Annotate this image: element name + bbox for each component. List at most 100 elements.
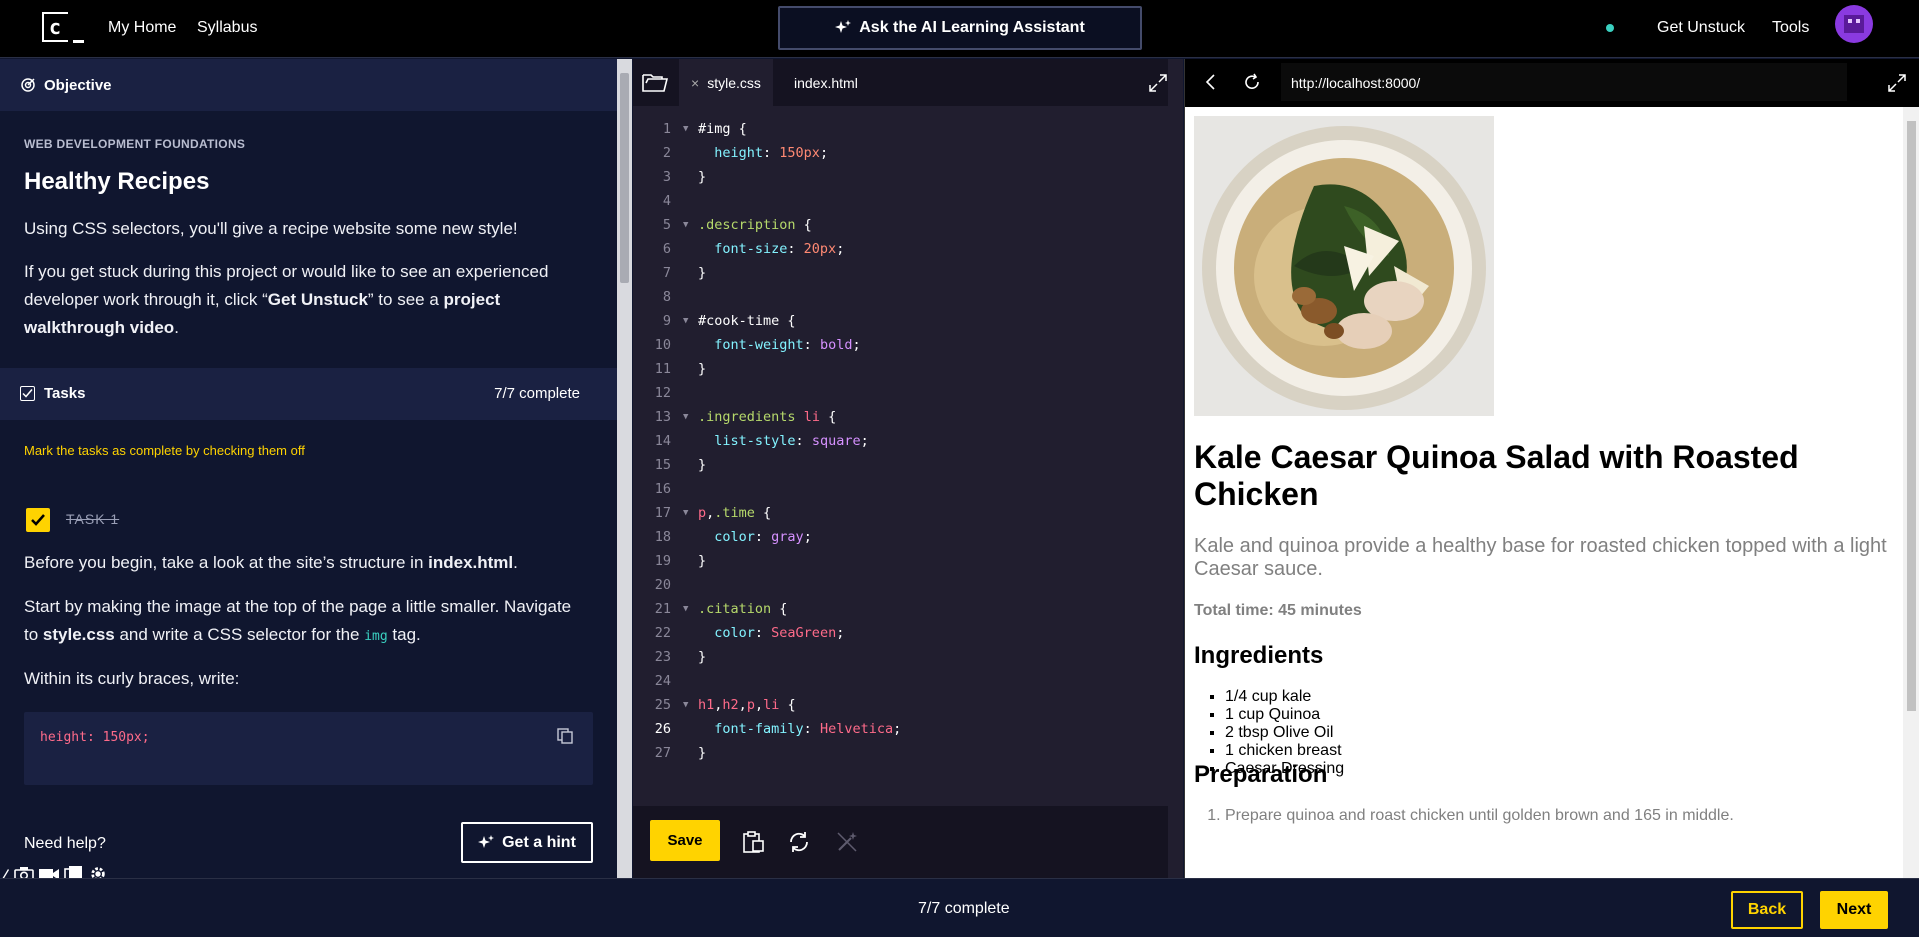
code-line[interactable]: 17 ▼ p,.time { xyxy=(633,501,1183,525)
next-button[interactable]: Next xyxy=(1820,891,1888,929)
code-line[interactable]: 12 xyxy=(633,381,1183,405)
tasks-header[interactable]: Tasks 7/7 complete xyxy=(0,368,617,420)
expand-icon[interactable] xyxy=(1888,74,1906,92)
magic-wand-icon[interactable] xyxy=(835,830,859,854)
code-text: font-size: 20px; xyxy=(698,241,845,257)
line-number: 20 xyxy=(654,577,671,593)
code-line[interactable]: 27} xyxy=(633,741,1183,765)
code-line[interactable]: 11} xyxy=(633,357,1183,381)
fold-arrow-icon[interactable]: ▼ xyxy=(683,693,688,717)
code-line[interactable]: 1 ▼ #img { xyxy=(633,117,1183,141)
tools-link[interactable]: Tools xyxy=(1772,19,1809,37)
get-hint-button[interactable]: Get a hint xyxy=(461,822,593,863)
tab-style-css[interactable]: × style.css xyxy=(679,59,773,106)
code-text: } xyxy=(698,553,707,569)
code-line[interactable]: 22 color: SeaGreen; xyxy=(633,621,1183,645)
gear-icon[interactable] xyxy=(88,865,108,878)
nav-my-home[interactable]: My Home xyxy=(108,19,176,37)
expand-icon[interactable] xyxy=(1149,74,1167,92)
reload-icon[interactable] xyxy=(1243,73,1261,91)
course-label: WEB DEVELOPMENT FOUNDATIONS xyxy=(24,137,246,151)
preparation-heading: Preparation xyxy=(1194,761,1328,788)
code-line[interactable]: 14 list-style: square; xyxy=(633,429,1183,453)
camera-icon[interactable] xyxy=(14,865,34,878)
get-unstuck-link[interactable]: Get Unstuck xyxy=(1657,19,1745,37)
need-help-label: Need help? xyxy=(24,835,106,852)
codecademy-logo[interactable]: c xyxy=(42,12,84,44)
code-line[interactable]: 7} xyxy=(633,261,1183,285)
code-line[interactable]: 2 height: 150px; xyxy=(633,141,1183,165)
code-line[interactable]: 3} xyxy=(633,165,1183,189)
line-number: 3 xyxy=(662,169,671,185)
line-number: 6 xyxy=(662,241,671,257)
preparation-list: Prepare quinoa and roast chicken until g… xyxy=(1225,807,1734,825)
tasks-count: 7/7 complete xyxy=(494,385,580,402)
list-item: 1/4 cup kale xyxy=(1225,688,1344,706)
back-button[interactable]: Back xyxy=(1731,891,1803,929)
code-snippet-text: height: 150px; xyxy=(40,730,150,745)
code-text: #img { xyxy=(698,121,747,137)
fold-arrow-icon[interactable]: ▼ xyxy=(683,405,688,429)
salad-image xyxy=(1194,116,1494,416)
code-area[interactable]: 1 ▼ #img {2 height: 150px; 3} 4 5 ▼ .descriptio… xyxy=(633,117,1183,765)
line-number: 10 xyxy=(654,337,671,353)
copy-icon[interactable] xyxy=(557,728,573,744)
code-text: } xyxy=(698,169,707,185)
editor-scrollbar[interactable] xyxy=(1168,59,1183,878)
code-line[interactable]: 26 font-family: Helvetica; xyxy=(633,717,1183,741)
ai-assistant-label: Ask the AI Learning Assistant xyxy=(859,19,1085,36)
line-number: 16 xyxy=(654,481,671,497)
fold-arrow-icon[interactable]: ▼ xyxy=(683,309,688,333)
task-1-label[interactable]: TASK 1 xyxy=(66,511,119,527)
line-number: 7 xyxy=(662,265,671,281)
fold-arrow-icon[interactable]: ▼ xyxy=(683,501,688,525)
code-line[interactable]: 18 color: gray; xyxy=(633,525,1183,549)
preview-scrollbar[interactable] xyxy=(1903,107,1919,878)
instructions-scrollbar[interactable] xyxy=(617,59,632,878)
code-line[interactable]: 13 ▼ .ingredients li { xyxy=(633,405,1183,429)
code-line[interactable]: 19} xyxy=(633,549,1183,573)
tab-index-html-label: index.html xyxy=(794,74,858,91)
code-line[interactable]: 24 xyxy=(633,669,1183,693)
code-line[interactable]: 25 ▼ h1,h2,p,li { xyxy=(633,693,1183,717)
screens-icon[interactable] xyxy=(64,865,84,878)
code-line[interactable]: 9 ▼ #cook-time { xyxy=(633,309,1183,333)
clipboard-icon[interactable] xyxy=(741,830,765,854)
code-line[interactable]: 16 xyxy=(633,477,1183,501)
code-line[interactable]: 6 font-size: 20px; xyxy=(633,237,1183,261)
fold-arrow-icon[interactable]: ▼ xyxy=(683,213,688,237)
code-text: .citation { xyxy=(698,601,788,617)
code-line[interactable]: 15} xyxy=(633,453,1183,477)
line-number: 19 xyxy=(654,553,671,569)
folder-icon[interactable] xyxy=(642,71,668,93)
ai-assistant-button[interactable]: Ask the AI Learning Assistant xyxy=(778,6,1142,50)
line-number: 9 xyxy=(662,313,671,329)
avatar[interactable] xyxy=(1835,5,1873,43)
nav-syllabus[interactable]: Syllabus xyxy=(197,19,257,37)
line-number: 18 xyxy=(654,529,671,545)
code-line[interactable]: 20 xyxy=(633,573,1183,597)
code-line[interactable]: 5 ▼ .description { xyxy=(633,213,1183,237)
line-number: 27 xyxy=(654,745,671,761)
close-icon[interactable]: × xyxy=(691,75,699,91)
code-line[interactable]: 10 font-weight: bold; xyxy=(633,333,1183,357)
fold-arrow-icon[interactable]: ▼ xyxy=(683,117,688,141)
fold-arrow-icon[interactable]: ▼ xyxy=(683,597,688,621)
video-icon[interactable] xyxy=(38,865,60,878)
tab-style-css-label: style.css xyxy=(707,74,761,91)
code-line[interactable]: 23} xyxy=(633,645,1183,669)
code-line[interactable]: 4 xyxy=(633,189,1183,213)
code-text: } xyxy=(698,649,707,665)
refresh-icon[interactable] xyxy=(787,830,811,854)
pen-icon[interactable] xyxy=(0,865,10,878)
code-line[interactable]: 8 xyxy=(633,285,1183,309)
back-icon[interactable] xyxy=(1203,73,1219,91)
task-1-checkbox[interactable] xyxy=(26,508,50,532)
code-text: } xyxy=(698,265,707,281)
url-bar[interactable]: http://localhost:8000/ xyxy=(1281,63,1847,101)
task-1-text-1: Before you begin, take a look at the sit… xyxy=(24,553,518,572)
tab-index-html[interactable]: index.html xyxy=(772,59,870,106)
save-button[interactable]: Save xyxy=(650,820,720,861)
target-icon xyxy=(21,78,35,92)
code-line[interactable]: 21 ▼ .citation { xyxy=(633,597,1183,621)
